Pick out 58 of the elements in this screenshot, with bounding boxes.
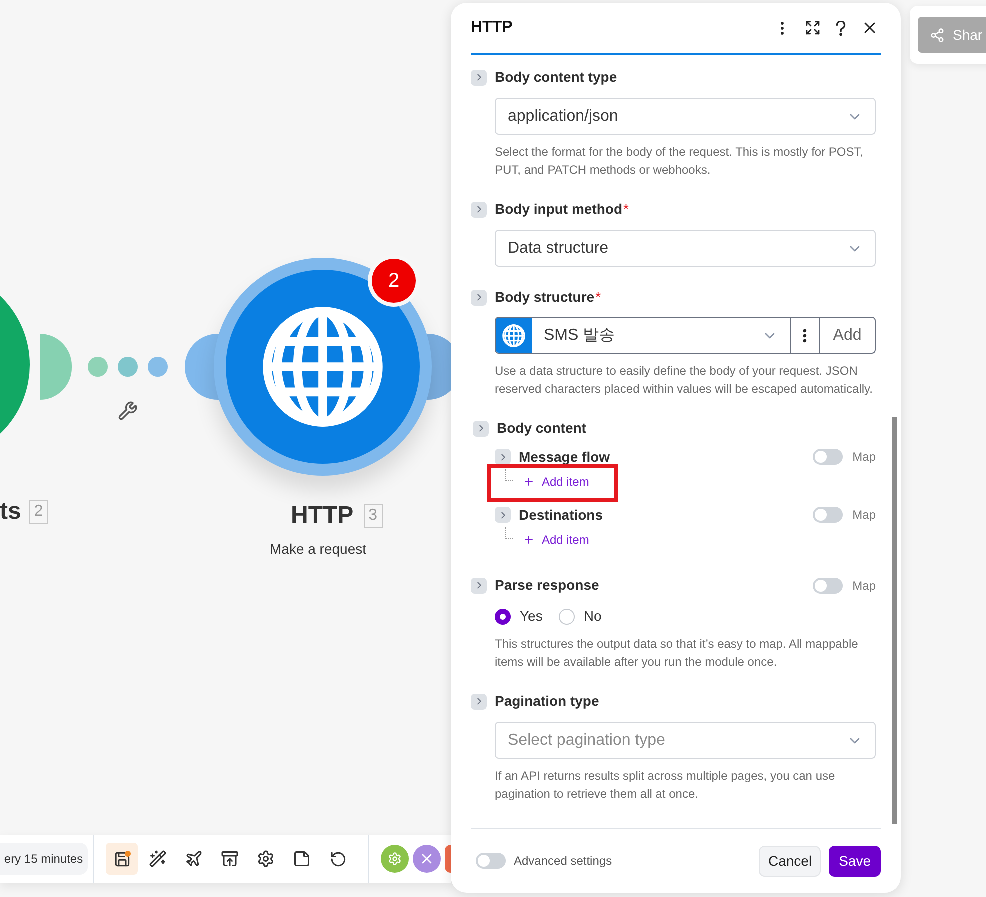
schedule-button[interactable]: ery 15 minutes (0, 843, 88, 875)
app-icon[interactable] (445, 845, 451, 873)
radio-icon[interactable] (495, 608, 511, 624)
panel-title: HTTP (471, 18, 513, 38)
module-description: Make a request (270, 540, 366, 559)
expand-chevron-icon[interactable] (471, 70, 487, 86)
required-mark: * (624, 200, 629, 219)
map-toggle[interactable] (812, 578, 843, 594)
map-toggle[interactable] (812, 449, 843, 465)
module-number: 2 (29, 500, 48, 524)
map-label: Map (852, 507, 876, 524)
help-icon[interactable] (835, 20, 847, 36)
expand-chevron-icon[interactable] (471, 578, 487, 594)
expand-chevron-icon[interactable] (495, 507, 511, 523)
plus-icon (523, 476, 535, 488)
help-text: If an API returns results split across multiple pages, you can use pagination to retrieve them all at once. (495, 768, 836, 803)
expand-chevron-icon[interactable] (473, 420, 489, 436)
select-field[interactable]: application/json (495, 98, 876, 135)
add-item-link[interactable]: Add item (523, 473, 590, 491)
radio-option[interactable]: No (558, 606, 602, 627)
module-number: 3 (364, 504, 383, 528)
save-button[interactable]: Save (829, 846, 881, 876)
module-name: HTTP (291, 504, 354, 528)
select-field[interactable]: Data structure (495, 230, 876, 267)
module-name: ts (0, 500, 22, 524)
expand-chevron-icon[interactable] (471, 290, 487, 306)
field-label: Destinations (519, 506, 604, 524)
required-mark: * (596, 288, 602, 307)
scrollbar-thumb[interactable] (892, 417, 897, 824)
plus-icon (523, 534, 535, 546)
radio-option[interactable]: Yes (495, 606, 543, 627)
tools-app-icon[interactable] (413, 845, 441, 873)
map-label: Map (852, 449, 876, 466)
advanced-settings-toggle[interactable] (476, 853, 506, 869)
gear-app-icon[interactable] (381, 845, 409, 873)
help-text: Select the format for the body of the request. This is mostly for POST, PUT, and PATCH methods or webhooks. (495, 144, 865, 179)
help-text: Use a data structure to easily define the body of your request. JSON reserved characters placed within values will be escaped automatically. (495, 363, 874, 398)
toggle-label: Advanced settings (514, 853, 612, 870)
field-label: Message flow (519, 448, 610, 466)
field-label: Pagination type (495, 692, 600, 711)
field-label: Parse response (495, 576, 600, 595)
expand-chevron-icon[interactable] (471, 202, 487, 218)
globe-icon (260, 304, 386, 430)
expand-icon[interactable] (805, 20, 821, 36)
field-label: Body content (497, 419, 586, 438)
help-text: This structures the output data so that it’s easy to map. All mappable items will be available after you run the module once. (495, 636, 860, 671)
expand-chevron-icon[interactable] (471, 694, 487, 710)
map-label: Map (852, 578, 876, 594)
share-icon (930, 28, 945, 42)
field-label: Body content type (495, 68, 618, 87)
expand-chevron-icon[interactable] (495, 449, 511, 465)
map-toggle[interactable] (812, 507, 843, 523)
field-label: Body input method (495, 200, 623, 219)
wrench-icon[interactable] (118, 401, 138, 421)
cancel-button[interactable]: Cancel (759, 846, 822, 876)
save-toolbar-icon[interactable] (106, 843, 138, 875)
add-item-link[interactable]: Add item (523, 531, 590, 549)
field-label: Body structure (495, 288, 595, 307)
